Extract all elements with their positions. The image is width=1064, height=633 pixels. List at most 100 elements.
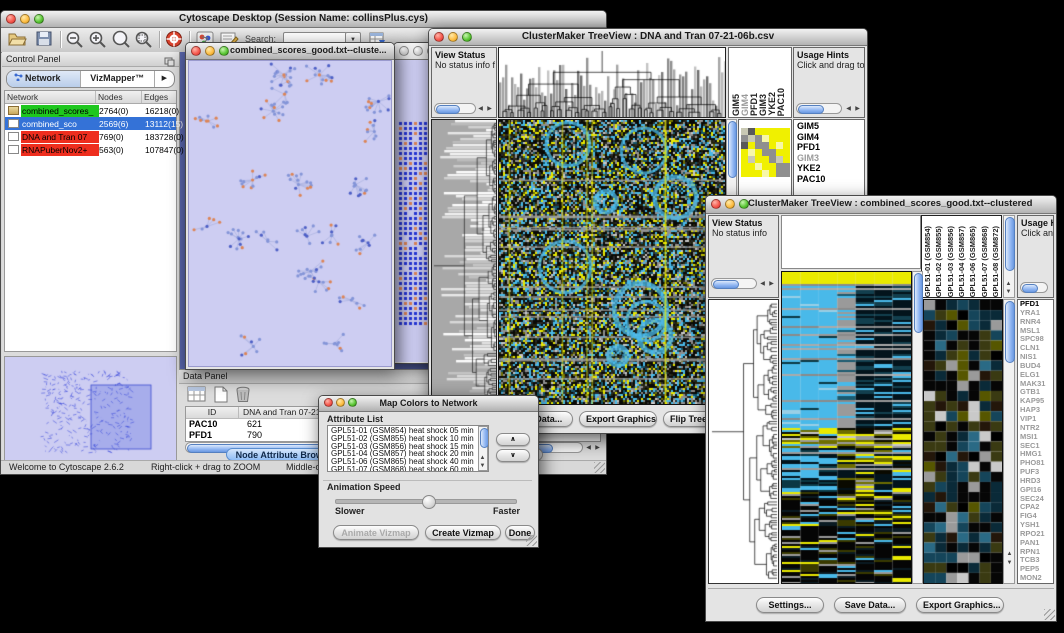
resize-grip[interactable] <box>526 535 537 546</box>
export-graphics-button[interactable]: Export Graphics... <box>579 411 657 427</box>
attribute-list[interactable]: GPL51-01 (GSM854) heat shock 05 minGPL51… <box>327 425 489 472</box>
cell-id[interactable]: PAC10 <box>186 419 241 430</box>
tab-vizmapper[interactable]: VizMapper™ <box>81 71 155 87</box>
column-label[interactable]: PAC10 <box>776 88 785 116</box>
new-attribute-icon[interactable] <box>213 386 229 408</box>
zoom-vscrollbar[interactable]: ▲ ▼ <box>1003 299 1015 584</box>
delete-attribute-icon[interactable] <box>235 386 251 408</box>
gene-label[interactable]: YKE2 <box>797 163 864 174</box>
scroll-left-icon[interactable]: ◀ <box>584 444 593 452</box>
tab-network[interactable]: Network <box>7 71 81 87</box>
gene-label[interactable]: GIM5 <box>797 121 864 132</box>
column-label[interactable]: YKE2 <box>767 92 776 116</box>
zoom-window-icon[interactable] <box>219 46 229 56</box>
minimize-icon[interactable] <box>725 199 735 209</box>
column-label[interactable]: GIM4 <box>740 94 749 116</box>
gene-label[interactable]: GIM4 <box>797 132 864 143</box>
scroll-up-icon[interactable]: ▲ <box>478 454 487 462</box>
usage-hints-hscrollbar[interactable] <box>796 103 842 114</box>
heatmap-global-view[interactable] <box>498 119 726 405</box>
network-view-window[interactable]: combined_scores_good.txt--cluste... <box>185 42 395 370</box>
close-icon[interactable] <box>399 46 409 56</box>
open-file-icon[interactable] <box>7 30 29 50</box>
minimize-icon[interactable] <box>205 46 215 56</box>
minimize-icon[interactable] <box>413 46 423 56</box>
network-canvas[interactable] <box>188 60 392 367</box>
settings-button[interactable]: Settings... <box>756 597 824 613</box>
column-label[interactable]: GIM3 <box>758 94 767 116</box>
column-dendrogram[interactable] <box>498 47 726 118</box>
column-label[interactable]: GPL51-08 (GSM872) <box>991 226 1000 297</box>
gene-label[interactable]: PFD1 <box>797 142 864 153</box>
attribute-item[interactable]: GPL51-07 (GSM868) heat shock 60 min <box>331 466 476 472</box>
scroll-right-icon[interactable]: ▶ <box>767 280 776 288</box>
network-row[interactable]: combined_sco 2569(6) 13112(15) <box>5 117 176 130</box>
scroll-right-icon[interactable]: ▶ <box>853 105 862 113</box>
cell-value[interactable]: 790 <box>241 430 262 441</box>
column-label[interactable]: GPL51-06 (GSM865) <box>968 226 977 297</box>
move-down-button[interactable]: ∨ <box>496 449 530 462</box>
save-data-button[interactable]: Save Data... <box>834 597 906 613</box>
network-row[interactable]: combined_scores_ 2764(0) 16218(0) <box>5 104 176 117</box>
view-status-hscrollbar[interactable] <box>434 103 476 114</box>
move-up-button[interactable]: ∧ <box>496 433 530 446</box>
map-colors-dialog[interactable]: Map Colors to Network Attribute List GPL… <box>318 395 539 548</box>
animation-speed-slider[interactable] <box>335 499 517 504</box>
select-attributes-icon[interactable] <box>187 386 207 408</box>
animate-vizmap-button[interactable]: Animate Vizmap <box>333 525 419 540</box>
treeview-window-combined[interactable]: ClusterMaker TreeView : combined_scores_… <box>705 195 1057 622</box>
gene-label[interactable]: MON2 <box>1020 574 1053 583</box>
scroll-right-icon[interactable]: ▶ <box>593 444 602 452</box>
treeview1-titlebar[interactable]: ClusterMaker TreeView : DNA and Tran 07-… <box>429 29 867 46</box>
column-label[interactable]: GIM5 <box>731 94 740 116</box>
heatmap-zoom-view[interactable] <box>923 299 1003 584</box>
column-label[interactable]: GPL51-02 (GSM855) <box>934 226 943 297</box>
save-icon[interactable] <box>35 30 57 50</box>
row-dendrogram[interactable] <box>431 119 497 405</box>
column-label[interactable]: GPL51-01 (GSM854) <box>923 226 932 297</box>
zoom-in-icon[interactable] <box>88 30 110 50</box>
slider-thumb[interactable] <box>422 495 436 509</box>
dialog-titlebar[interactable]: Map Colors to Network <box>319 396 538 412</box>
network-titlebar[interactable]: combined_scores_good.txt--cluste... <box>186 43 394 60</box>
close-icon[interactable] <box>711 199 721 209</box>
scroll-right-icon[interactable]: ▶ <box>485 105 494 113</box>
column-id[interactable]: ID <box>186 407 239 418</box>
attribute-list-vscrollbar[interactable]: ▲ ▼ <box>478 426 488 471</box>
scroll-up-icon[interactable]: ▲ <box>1004 280 1013 288</box>
tabs-overflow-arrow[interactable]: ▶ <box>155 71 174 87</box>
cell-value[interactable]: 621 <box>241 419 262 430</box>
close-icon[interactable] <box>191 46 201 56</box>
scroll-down-icon[interactable]: ▼ <box>478 462 487 470</box>
main-titlebar[interactable]: Cytoscape Desktop (Session Name: collins… <box>1 11 606 28</box>
row-dendrogram[interactable] <box>708 299 779 584</box>
help-lifering-icon[interactable] <box>164 30 186 50</box>
correlation-matrix[interactable] <box>741 122 790 171</box>
network-row[interactable]: DNA and Tran 07 769(0) 183728(0) <box>5 130 176 143</box>
create-vizmap-button[interactable]: Create Vizmap <box>425 525 501 540</box>
scroll-down-icon[interactable]: ▼ <box>1005 559 1014 567</box>
scroll-left-icon[interactable]: ◀ <box>758 280 767 288</box>
heatmap-vscrollbar[interactable] <box>912 271 923 584</box>
scroll-down-icon[interactable]: ▼ <box>1004 288 1013 296</box>
treeview2-titlebar[interactable]: ClusterMaker TreeView : combined_scores_… <box>706 196 1056 214</box>
view-status-hscrollbar[interactable] <box>711 278 757 289</box>
zoom-fit-icon[interactable] <box>134 30 156 50</box>
labels-vscrollbar[interactable]: ▲ ▼ <box>1003 215 1015 298</box>
scroll-left-icon[interactable]: ◀ <box>476 105 485 113</box>
scroll-left-icon[interactable]: ◀ <box>844 105 853 113</box>
export-graphics-button[interactable]: Export Graphics... <box>916 597 1004 613</box>
network-row[interactable]: RNAPuberNov2+ 563(0) 107847(0) <box>5 143 176 156</box>
column-label[interactable]: GPL51-07 (GSM868) <box>980 226 989 297</box>
resize-grip[interactable] <box>594 462 605 473</box>
cell-id[interactable]: PFD1 <box>186 430 241 441</box>
zoom-out-icon[interactable] <box>65 30 87 50</box>
resize-grip[interactable] <box>1044 609 1055 620</box>
column-label[interactable]: GPL51-04 (GSM857) <box>957 226 966 297</box>
scroll-up-icon[interactable]: ▲ <box>1005 550 1014 558</box>
gene-label[interactable]: PAC10 <box>797 174 864 185</box>
column-label[interactable]: PFD1 <box>749 93 758 116</box>
zoom-selected-icon[interactable] <box>111 30 133 50</box>
gene-label[interactable]: GIM3 <box>797 153 864 164</box>
heatmap-main[interactable] <box>781 271 912 584</box>
